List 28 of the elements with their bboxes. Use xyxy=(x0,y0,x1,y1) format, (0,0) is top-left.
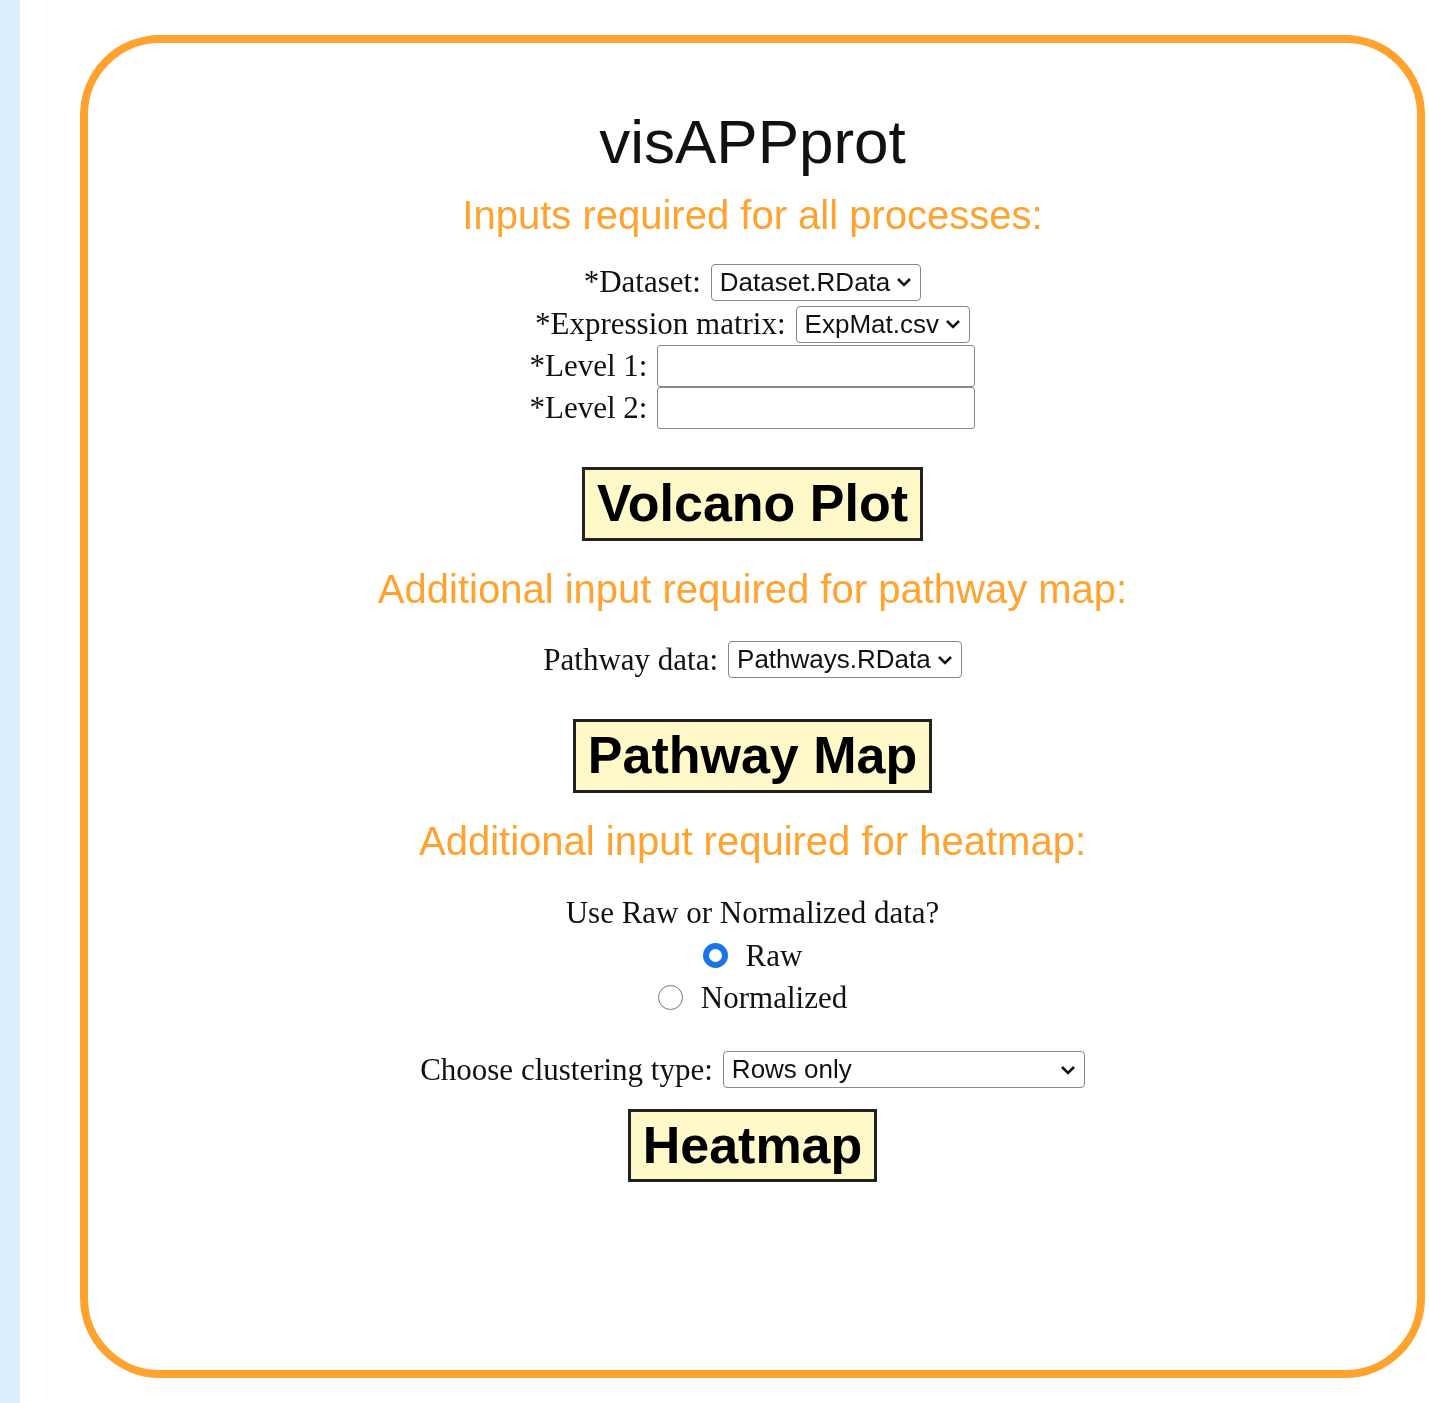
radio-button[interactable] xyxy=(657,985,683,1011)
dropdown[interactable]: ExpMat.csv xyxy=(795,305,970,343)
chevron-icon xyxy=(1059,1063,1076,1076)
field-label: *Level 2: xyxy=(529,389,648,428)
dropdown[interactable]: Pathways.RData xyxy=(728,641,962,679)
action-button[interactable]: Pathway Map xyxy=(572,719,933,793)
section-heading: Inputs required for all processes: xyxy=(461,192,1044,240)
action-button[interactable]: Heatmap xyxy=(627,1108,878,1183)
field-label: Choose clustering type: xyxy=(420,1050,713,1089)
radio-label: Normalized xyxy=(700,978,848,1017)
radio-button[interactable] xyxy=(702,943,728,969)
field-label: *Dataset: xyxy=(583,263,701,302)
action-button[interactable]: Volcano Plot xyxy=(581,467,924,541)
text-input[interactable] xyxy=(657,345,976,388)
chevron-icon xyxy=(936,654,953,666)
chevron-icon xyxy=(944,318,961,331)
radio-label: Raw xyxy=(745,936,803,975)
dropdown[interactable]: Rows only xyxy=(722,1051,1085,1089)
section-heading: Additional input required for pathway map: xyxy=(376,566,1129,613)
section-heading: Additional input required for heatmap: xyxy=(417,817,1088,865)
question-label: Use Raw or Normalized data? xyxy=(564,893,941,932)
text-input[interactable] xyxy=(657,387,976,430)
dropdown[interactable]: Dataset.RData xyxy=(710,263,922,301)
field-label: *Level 1: xyxy=(529,347,648,386)
chevron-icon xyxy=(896,276,913,289)
field-label: *Expression matrix: xyxy=(535,305,786,344)
field-label: Pathway data: xyxy=(543,640,719,679)
app-title: visAPPprot xyxy=(598,106,907,178)
